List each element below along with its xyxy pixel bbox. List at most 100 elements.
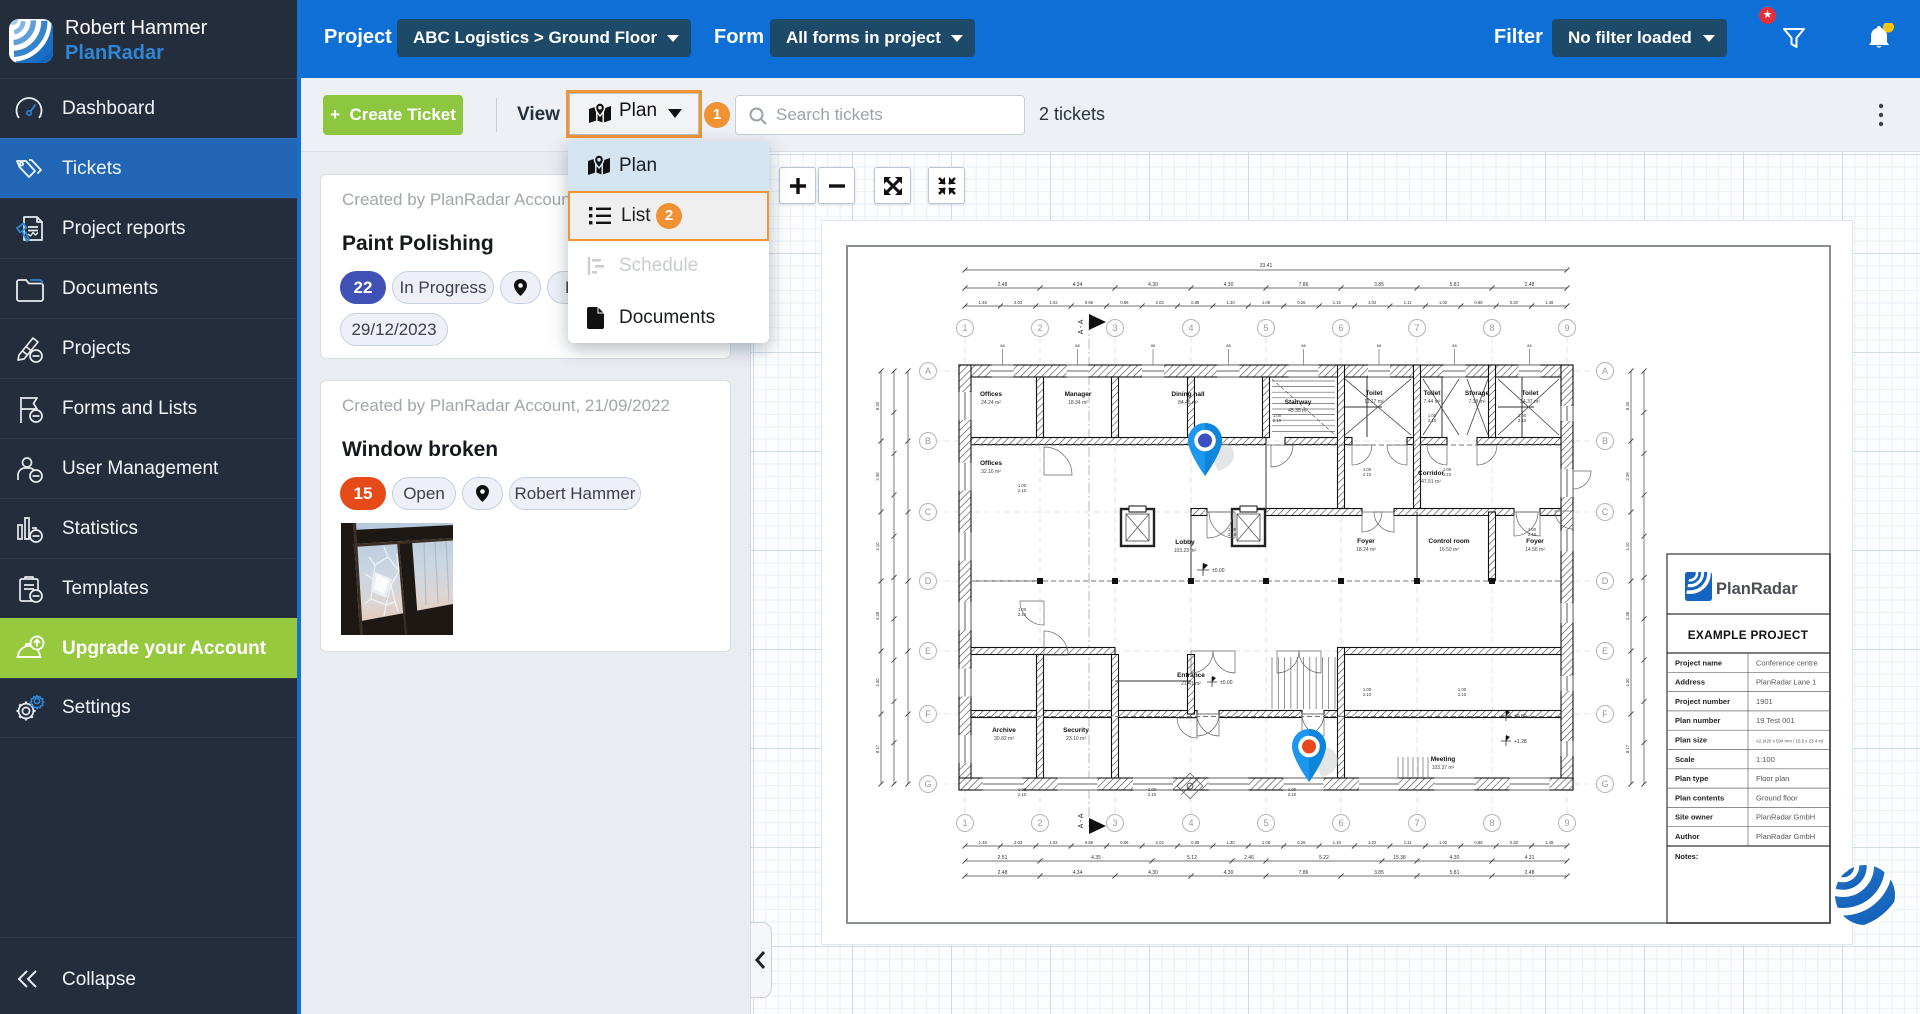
svg-text:0.26: 0.26 [1297,840,1306,845]
svg-text:0.88: 0.88 [1474,840,1483,845]
svg-text:4.30: 4.30 [1148,282,1158,288]
svg-text:0.86: 0.86 [1120,840,1129,845]
svg-text:4.31: 4.31 [1525,855,1535,861]
svg-text:Lobby: Lobby [1175,539,1195,546]
svg-text:1.02: 1.02 [1049,300,1058,305]
svg-text:Dining hall: Dining hall [1171,391,1204,398]
svg-text:23.10 m²: 23.10 m² [1066,736,1086,742]
svg-text:3: 3 [1112,818,1117,828]
svg-text:Author: Author [1675,832,1700,841]
svg-text:5: 5 [1263,323,1268,333]
svg-text:Toilet: Toilet [1424,390,1442,397]
svg-text:7.44 m²: 7.44 m² [1424,399,1441,405]
svg-text:F: F [1602,709,1608,719]
svg-text:2: 2 [1037,818,1042,828]
svg-text:B: B [925,436,931,446]
svg-text:±0.00: ±0.00 [1514,714,1527,720]
svg-text:1901: 1901 [1756,697,1773,706]
svg-text:2.51: 2.51 [998,855,1008,861]
svg-text:7.86: 7.86 [1299,870,1309,876]
svg-text:Offices: Offices [980,391,1002,398]
svg-text:Toilet: Toilet [1522,390,1540,397]
svg-text:Site owner: Site owner [1675,813,1713,822]
svg-text:84.45 m²: 84.45 m² [1178,400,1198,406]
svg-text:1.48: 1.48 [1545,300,1554,305]
svg-text:Archive: Archive [992,727,1016,734]
svg-text:D: D [1602,576,1609,586]
svg-text:C: C [925,507,932,517]
svg-text:4.34: 4.34 [1073,282,1083,288]
svg-text:1.02: 1.02 [1368,300,1377,305]
svg-text:PlanRadar GmbH: PlanRadar GmbH [1756,813,1815,822]
svg-text:1.02: 1.02 [1368,840,1377,845]
svg-text:8: 8 [1489,323,1494,333]
svg-text:2.10: 2.10 [1458,692,1467,697]
svg-text:5.81: 5.81 [1450,870,1460,876]
svg-text:2.10: 2.10 [1443,472,1452,477]
svg-text:2.02: 2.02 [1156,840,1165,845]
svg-text:47.51 m²: 47.51 m² [1421,479,1441,485]
svg-text:1.30: 1.30 [1227,300,1236,305]
svg-text:Scale: Scale [1675,755,1695,764]
svg-text:3.85: 3.85 [1374,870,1384,876]
svg-text:0.30: 0.30 [1510,300,1519,305]
svg-text:5: 5 [1263,818,1268,828]
svg-text:0.88: 0.88 [1474,300,1483,305]
svg-text:Foyer: Foyer [1526,538,1544,545]
svg-text:Plan contents: Plan contents [1675,793,1724,802]
svg-text:9: 9 [1564,818,1569,828]
svg-text:0.30: 0.30 [1510,840,1519,845]
svg-text:2.48: 2.48 [998,282,1008,288]
svg-text:1.30: 1.30 [1227,840,1236,845]
svg-text:2.10: 2.10 [1363,692,1372,697]
svg-text:1.08: 1.08 [1262,840,1271,845]
svg-text:2.10: 2.10 [1228,532,1237,537]
svg-text:2.10: 2.10 [1018,488,1027,493]
svg-text:Project name: Project name [1675,658,1722,667]
svg-text:Corridor: Corridor [1418,470,1444,477]
svg-text:2.03: 2.03 [1014,300,1023,305]
svg-text:G: G [924,779,931,789]
svg-text:0.26: 0.26 [1297,300,1306,305]
svg-text:1.48: 1.48 [979,840,988,845]
svg-text:1.08: 1.08 [1262,300,1271,305]
svg-text:Offices: Offices [980,460,1002,467]
svg-text:Plan number: Plan number [1675,716,1721,725]
svg-text:2.10: 2.10 [1528,532,1537,537]
svg-text:21.41 m²: 21.41 m² [1181,681,1201,687]
svg-text:Meeting: Meeting [1431,756,1456,763]
svg-text:1.11: 1.11 [1404,300,1413,305]
svg-text:2.02: 2.02 [1156,300,1165,305]
svg-text:4.34: 4.34 [1073,870,1083,876]
svg-text:±0.00: ±0.00 [1212,568,1225,574]
svg-text:8.30: 8.30 [875,401,880,410]
svg-text:PlanRadar Lane 1: PlanRadar Lane 1 [1756,678,1816,687]
svg-text:Foyer: Foyer [1357,538,1375,545]
svg-text:5.22: 5.22 [1319,855,1329,861]
svg-text:2.38: 2.38 [1625,472,1630,481]
svg-text:88: 88 [1000,343,1005,348]
svg-text:2.48: 2.48 [1525,282,1535,288]
svg-text:G: G [1601,779,1608,789]
svg-text:2.10: 2.10 [1148,792,1157,797]
svg-text:Conference centre: Conference centre [1756,658,1818,667]
svg-text:18.24 m²: 18.24 m² [1356,547,1376,553]
svg-text:8: 8 [1489,818,1494,828]
svg-text:45.35 m²: 45.35 m² [1288,408,1308,414]
svg-text:D: D [925,576,932,586]
svg-text:1.11: 1.11 [1404,840,1413,845]
svg-text:7.18 m²: 7.18 m² [1469,399,1486,405]
svg-text:30.82 m²: 30.82 m² [994,736,1014,742]
svg-text:4.10: 4.10 [1625,542,1630,551]
svg-text:Entrance: Entrance [1177,672,1205,679]
svg-text:1: 1 [962,818,967,828]
svg-text:88: 88 [1226,343,1231,348]
svg-text:C: C [1602,507,1609,517]
svg-text:Project number: Project number [1675,697,1730,706]
svg-text:Manager: Manager [1065,391,1092,398]
svg-text:Storage: Storage [1465,390,1490,397]
svg-text:88: 88 [1151,343,1156,348]
svg-text:1.15: 1.15 [1333,300,1342,305]
svg-text:2.10: 2.10 [1018,612,1027,617]
svg-text:103.37 m²: 103.37 m² [1432,765,1455,771]
